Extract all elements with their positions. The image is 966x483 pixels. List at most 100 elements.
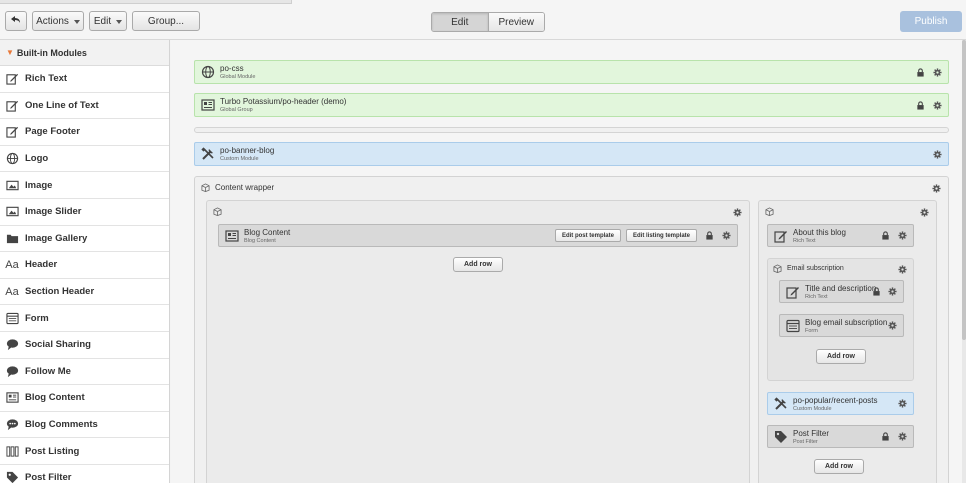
sidebar-item-header[interactable]: Aa Header (0, 252, 169, 279)
blog-content-icon (225, 229, 239, 243)
gear-icon[interactable] (888, 321, 897, 330)
gear-icon[interactable] (933, 149, 942, 159)
module-po-banner-blog[interactable]: po-banner-blog Custom Module (194, 142, 949, 166)
gear-icon[interactable] (722, 231, 731, 240)
empty-row-divider (194, 127, 949, 133)
main-column-group[interactable]: Blog Content Blog Content Edit post temp… (206, 200, 750, 483)
sidebar-item-label: Logo (25, 153, 49, 165)
publish-button[interactable]: Publish (900, 11, 962, 32)
sidebar-item-blog-content[interactable]: Blog Content (0, 385, 169, 412)
gear-icon[interactable] (898, 265, 907, 274)
edit-mode-button[interactable]: Edit (432, 13, 489, 31)
module-type: Custom Module (793, 405, 832, 412)
gear-icon[interactable] (898, 231, 907, 240)
edit-icon (5, 72, 19, 86)
add-row-button[interactable]: Add row (814, 459, 864, 474)
edit-post-template-button[interactable]: Edit post template (554, 229, 621, 242)
lock-icon[interactable] (705, 231, 714, 240)
sidebar-item-one-line-of-text[interactable]: One Line of Text (0, 93, 169, 120)
sidebar-item-post-listing[interactable]: Post Listing (0, 438, 169, 465)
sidebar-item-section-header[interactable]: Aa Section Header (0, 279, 169, 306)
text-icon: Aa (5, 258, 19, 271)
lock-icon[interactable] (881, 432, 890, 441)
actions-dropdown[interactable]: Actions (32, 11, 84, 31)
gear-icon[interactable] (898, 432, 907, 441)
edit-icon (786, 285, 800, 299)
module-type: Rich Text (805, 293, 828, 300)
edit-icon (774, 229, 788, 243)
edit-icon (5, 125, 19, 139)
module-po-popular-recent-posts[interactable]: po-popular/recent-posts Custom Module (767, 392, 914, 415)
sidebar-item-follow-me[interactable]: Follow Me (0, 359, 169, 386)
tag-icon (774, 430, 788, 444)
sidebar-item-label: Blog Content (25, 392, 85, 404)
image-icon (5, 205, 19, 219)
sidebar-item-label: Image (25, 179, 53, 191)
edit-listing-template-button[interactable]: Edit listing template (625, 229, 697, 242)
lock-icon[interactable] (872, 287, 881, 296)
sidebar-item-label: Social Sharing (25, 339, 91, 351)
edit-label: Edit (93, 15, 112, 27)
sidebar-column-group[interactable]: About this blog Rich Text Email subscrip… (758, 200, 937, 483)
lock-icon[interactable] (916, 67, 925, 77)
globe-icon (5, 152, 19, 166)
module-type: Post Filter (793, 438, 818, 445)
sidebar-item-label: Blog Comments (25, 419, 98, 431)
sidebar-item-social-sharing[interactable]: Social Sharing (0, 332, 169, 359)
sidebar-item-form[interactable]: Form (0, 305, 169, 332)
module-about-this-blog[interactable]: About this blog Rich Text (767, 224, 914, 247)
module-blog-email-subscription[interactable]: Blog email subscription Form (779, 314, 904, 337)
sidebar-item-rich-text[interactable]: Rich Text (0, 66, 169, 93)
gear-icon[interactable] (733, 208, 742, 217)
gear-icon[interactable] (898, 399, 907, 408)
sidebar-item-page-footer[interactable]: Page Footer (0, 119, 169, 146)
module-title-and-description[interactable]: Title and description Rich Text (779, 280, 904, 303)
module-po-header[interactable]: Turbo Potassium/po-header (demo) Global … (194, 93, 949, 117)
gear-icon[interactable] (920, 208, 929, 217)
sidebar-item-label: One Line of Text (25, 99, 99, 111)
sidebar-item-post-filter[interactable]: Post Filter (0, 465, 169, 483)
module-type: Form (805, 327, 818, 334)
lock-icon[interactable] (916, 100, 925, 110)
module-name: po-banner-blog (220, 146, 275, 155)
preview-mode-button[interactable]: Preview (488, 13, 544, 31)
lock-icon[interactable] (881, 231, 890, 240)
sidebar-item-logo[interactable]: Logo (0, 146, 169, 173)
module-name: Blog Content (244, 227, 291, 237)
module-blog-content[interactable]: Blog Content Blog Content Edit post temp… (218, 224, 738, 247)
content-wrapper-group[interactable]: Content wrapper Blog Content Blog Conten… (194, 176, 949, 483)
module-type: Global Module (220, 74, 256, 80)
gear-icon[interactable] (933, 67, 942, 77)
group-button[interactable]: Group... (132, 11, 200, 31)
box-icon (765, 207, 774, 216)
scrollbar-thumb[interactable] (962, 40, 966, 340)
group-title: Email subscription (787, 265, 844, 272)
layout-canvas: po-css Global Module Turbo Potassium/po-… (171, 40, 966, 483)
module-post-filter[interactable]: Post Filter Post Filter (767, 425, 914, 448)
sidebar-item-label: Post Listing (25, 445, 80, 457)
edit-dropdown[interactable]: Edit (89, 11, 127, 31)
post-listing-icon (5, 444, 19, 458)
sidebar-item-image-gallery[interactable]: Image Gallery (0, 226, 169, 253)
built-in-modules-header[interactable]: ▼ Built-in Modules (0, 40, 169, 66)
gear-icon[interactable] (888, 287, 897, 296)
back-button[interactable] (5, 11, 27, 31)
sidebar-item-image-slider[interactable]: Image Slider (0, 199, 169, 226)
add-row-button[interactable]: Add row (453, 257, 503, 272)
folder-icon (5, 231, 19, 245)
actions-label: Actions (36, 15, 69, 27)
sidebar-item-blog-comments[interactable]: Blog Comments (0, 412, 169, 439)
module-po-css[interactable]: po-css Global Module (194, 60, 949, 84)
module-type: Blog Content (244, 237, 276, 244)
module-name: Post Filter (793, 428, 830, 438)
canvas-scrollbar[interactable] (962, 40, 966, 483)
sidebar-item-label: Post Filter (25, 472, 72, 483)
sidebar-item-image[interactable]: Image (0, 172, 169, 199)
add-row-button[interactable]: Add row (816, 349, 866, 364)
sidebar-item-label: Image Slider (25, 206, 82, 218)
gear-icon[interactable] (932, 184, 941, 193)
image-icon (5, 178, 19, 192)
email-subscription-group[interactable]: Email subscription Title and description… (767, 258, 914, 381)
gear-icon[interactable] (933, 100, 942, 110)
sidebar-item-label: Page Footer (25, 126, 80, 138)
